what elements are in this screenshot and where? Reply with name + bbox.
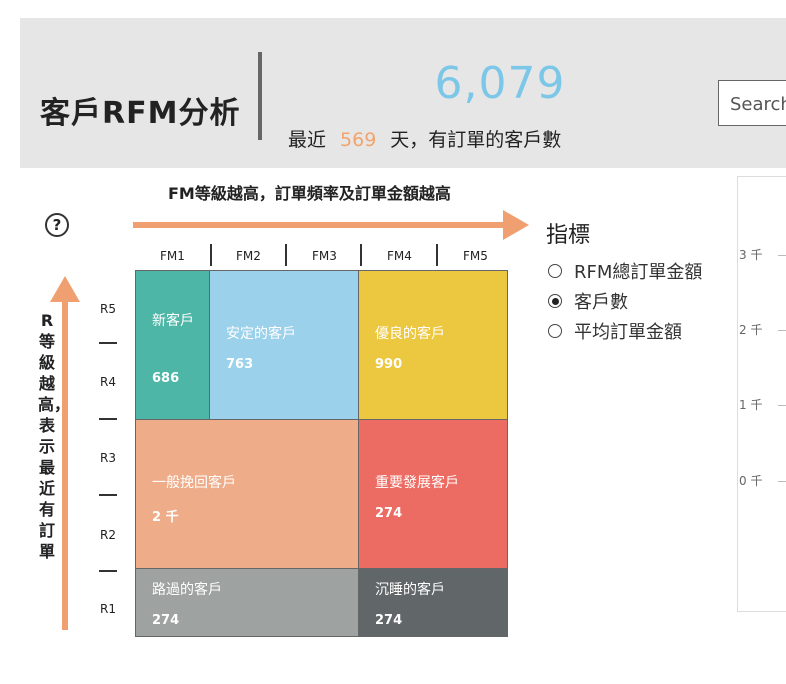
metric-title: 指標 xyxy=(546,223,591,248)
segment-loyal-customers[interactable]: 優良的客戶 990 xyxy=(358,270,508,420)
segment-dormant-customers[interactable]: 沉睡的客戶 274 xyxy=(358,568,508,637)
segment-name: 沉睡的客戶 xyxy=(375,582,445,598)
metric-option-label: RFM總訂單金額 xyxy=(574,262,703,283)
y-tick-mark xyxy=(778,481,786,482)
segment-name: 安定的客戶 xyxy=(226,326,296,342)
fm-separator xyxy=(210,244,212,266)
fm-separator xyxy=(285,244,287,266)
segment-name: 優良的客戶 xyxy=(375,326,445,342)
metric-option-customer-count[interactable]: 客戶數 xyxy=(548,288,628,314)
page-title: 客戶RFM分析 xyxy=(40,96,241,131)
r-separator xyxy=(99,418,117,420)
help-icon[interactable]: ? xyxy=(45,213,69,237)
search-input-text: Search xyxy=(730,94,786,115)
fm-label: FM5 xyxy=(463,249,488,263)
r-label: R2 xyxy=(100,528,116,542)
fm-separator xyxy=(436,244,438,266)
segment-new-customers[interactable]: 新客戶 686 xyxy=(135,270,210,420)
r-arrow-head-icon xyxy=(50,276,80,302)
metric-option-total-amount[interactable]: RFM總訂單金額 xyxy=(548,258,702,284)
segment-stable-customers[interactable]: 安定的客戶 763 xyxy=(209,270,359,420)
y-tick-label: 1 千 xyxy=(739,398,763,412)
r-separator xyxy=(99,570,117,572)
segment-name: 一般挽回客戶 xyxy=(152,475,236,491)
fm-axis-caption: FM等級越高，訂單頻率及訂單金額越高 xyxy=(168,184,451,203)
fm-arrow-icon xyxy=(133,222,503,228)
radio-selected-icon[interactable] xyxy=(548,294,562,308)
y-tick-label: 0 千 xyxy=(739,474,763,488)
radio-unselected-icon[interactable] xyxy=(548,264,562,278)
kpi-caption-prefix: 最近 xyxy=(288,129,327,151)
segment-count: 274 xyxy=(152,613,180,628)
r-label: R4 xyxy=(100,375,116,389)
segment-key-development-customers[interactable]: 重要發展客戶 274 xyxy=(358,419,508,569)
segment-name: 重要發展客戶 xyxy=(375,475,459,491)
y-tick-label: 2 千 xyxy=(739,323,763,337)
y-tick-mark xyxy=(778,405,786,406)
r-separator xyxy=(99,494,117,496)
y-tick-mark xyxy=(778,330,786,331)
segment-count: 2 千 xyxy=(152,510,179,525)
fm-arrow-head-icon xyxy=(503,210,529,240)
fm-separator xyxy=(360,244,362,266)
r-arrow-icon xyxy=(62,300,68,630)
segment-count: 274 xyxy=(375,613,403,628)
radio-unselected-icon[interactable] xyxy=(548,324,562,338)
fm-label: FM4 xyxy=(387,249,412,263)
fm-label: FM1 xyxy=(160,249,185,263)
kpi-days: 569 xyxy=(340,129,377,151)
fm-label: FM3 xyxy=(312,249,337,263)
r-axis-caption: R等級越高，表示最近有訂單 xyxy=(38,311,71,561)
r-label: R3 xyxy=(100,451,116,465)
segment-name: 新客戶 xyxy=(152,313,194,329)
segment-passing-customers[interactable]: 路過的客戶 274 xyxy=(135,568,359,637)
segment-count: 274 xyxy=(375,506,403,521)
metric-option-label: 客戶數 xyxy=(574,292,628,313)
segment-count: 686 xyxy=(152,371,180,386)
r-separator xyxy=(99,342,117,344)
chart-panel xyxy=(737,176,786,612)
kpi-caption: 最近 569 天，有訂單的客戶數 xyxy=(288,125,561,152)
y-tick-mark xyxy=(778,255,786,256)
kpi-customer-count: 6,079 xyxy=(434,58,566,109)
metric-option-average-amount[interactable]: 平均訂單金額 xyxy=(548,318,682,344)
kpi-caption-suffix: 天，有訂單的客戶數 xyxy=(390,129,562,151)
fm-label: FM2 xyxy=(236,249,261,263)
segment-count: 763 xyxy=(226,357,254,372)
metric-option-label: 平均訂單金額 xyxy=(574,322,682,343)
segment-name: 路過的客戶 xyxy=(152,582,222,598)
title-divider xyxy=(258,52,262,140)
r-label: R5 xyxy=(100,302,116,316)
segment-count: 990 xyxy=(375,357,403,372)
y-tick-label: 3 千 xyxy=(739,248,763,262)
r-label: R1 xyxy=(100,602,116,616)
segment-win-back-customers[interactable]: 一般挽回客戶 2 千 xyxy=(135,419,359,569)
